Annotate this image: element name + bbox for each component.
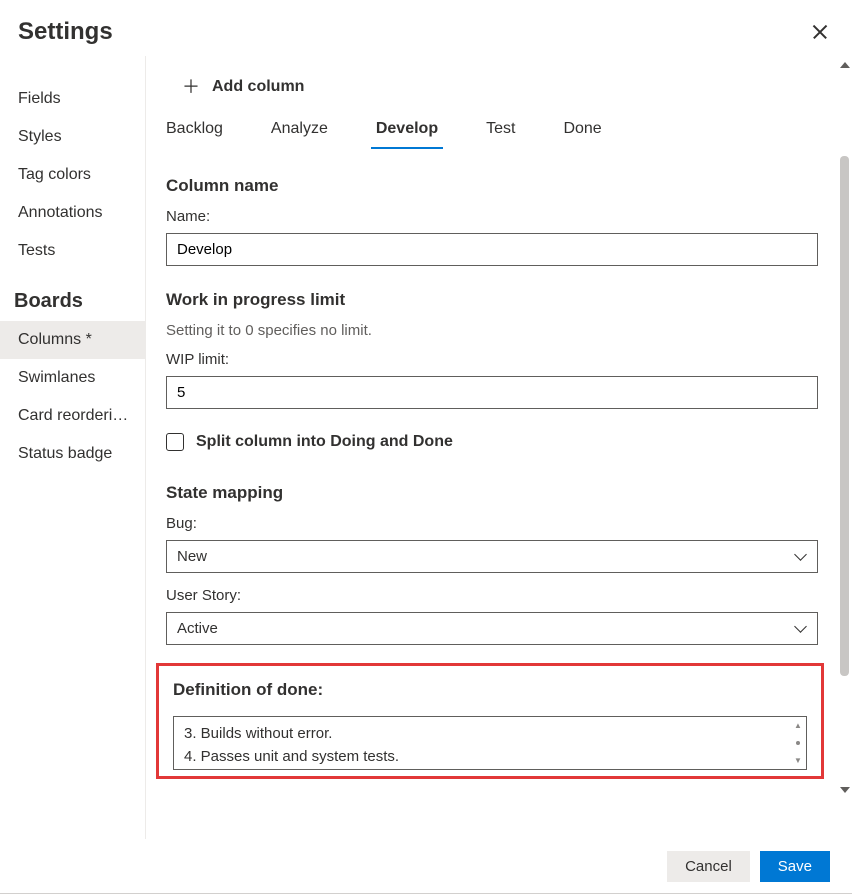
column-tabs: Backlog Analyze Develop Test Done [162, 116, 818, 148]
dod-heading: Definition of done: [173, 680, 807, 700]
dod-line: 4. Passes unit and system tests. [184, 746, 796, 769]
add-column-button[interactable]: ＋ Add column [162, 74, 818, 116]
cancel-button[interactable]: Cancel [667, 851, 750, 882]
sidebar-item-tests[interactable]: Tests [0, 232, 145, 270]
scroll-thumb-icon [796, 741, 800, 745]
bug-label: Bug: [166, 515, 818, 532]
plus-icon: ＋ [182, 78, 200, 96]
bug-state-value: New [177, 548, 207, 565]
sidebar-heading-boards: Boards [0, 270, 145, 321]
tab-develop[interactable]: Develop [376, 116, 438, 148]
wip-hint: Setting it to 0 specifies no limit. [166, 322, 818, 339]
scroll-thumb[interactable] [840, 156, 849, 676]
sidebar-item-card-reordering[interactable]: Card reorderi… [0, 397, 145, 435]
split-column-label: Split column into Doing and Done [196, 433, 453, 451]
wip-limit-input[interactable] [166, 376, 818, 409]
scroll-down-icon [840, 787, 850, 793]
sidebar-item-styles[interactable]: Styles [0, 118, 145, 156]
wip-heading: Work in progress limit [166, 290, 818, 310]
tab-done[interactable]: Done [563, 116, 601, 148]
column-name-heading: Column name [166, 176, 818, 196]
dod-line: 3. Builds without error. [184, 723, 796, 746]
tab-analyze[interactable]: Analyze [271, 116, 328, 148]
bug-state-select[interactable]: New [166, 540, 818, 573]
settings-main: ＋ Add column Backlog Analyze Develop Tes… [146, 56, 838, 839]
settings-sidebar: Fields Styles Tag colors Annotations Tes… [0, 56, 145, 839]
scroll-up-icon [840, 62, 850, 68]
chevron-down-icon [795, 623, 807, 635]
sidebar-item-tag-colors[interactable]: Tag colors [0, 156, 145, 194]
state-mapping-heading: State mapping [166, 483, 818, 503]
add-column-label: Add column [212, 78, 304, 96]
close-icon[interactable] [812, 24, 828, 40]
user-story-label: User Story: [166, 587, 818, 604]
dialog-title: Settings [18, 18, 113, 46]
name-label: Name: [166, 208, 818, 225]
split-column-checkbox[interactable] [166, 433, 184, 451]
user-story-state-select[interactable]: Active [166, 612, 818, 645]
sidebar-item-status-badge[interactable]: Status badge [0, 435, 145, 473]
save-button[interactable]: Save [760, 851, 830, 882]
tab-backlog[interactable]: Backlog [166, 116, 223, 148]
main-scrollbar[interactable] [838, 56, 852, 839]
scroll-up-icon: ▲ [794, 721, 802, 730]
wip-limit-label: WIP limit: [166, 351, 818, 368]
chevron-down-icon [795, 551, 807, 563]
tab-test[interactable]: Test [486, 116, 515, 148]
dod-textarea[interactable]: 3. Builds without error. 4. Passes unit … [173, 716, 807, 770]
definition-of-done-section: Definition of done: 3. Builds without er… [156, 663, 824, 779]
sidebar-item-annotations[interactable]: Annotations [0, 194, 145, 232]
sidebar-item-columns[interactable]: Columns * [0, 321, 145, 359]
scroll-down-icon: ▼ [794, 756, 802, 765]
column-name-input[interactable] [166, 233, 818, 266]
sidebar-item-swimlanes[interactable]: Swimlanes [0, 359, 145, 397]
textarea-scrollbar[interactable]: ▲ ▼ [794, 721, 802, 765]
sidebar-item-fields[interactable]: Fields [0, 80, 145, 118]
user-story-state-value: Active [177, 620, 218, 637]
